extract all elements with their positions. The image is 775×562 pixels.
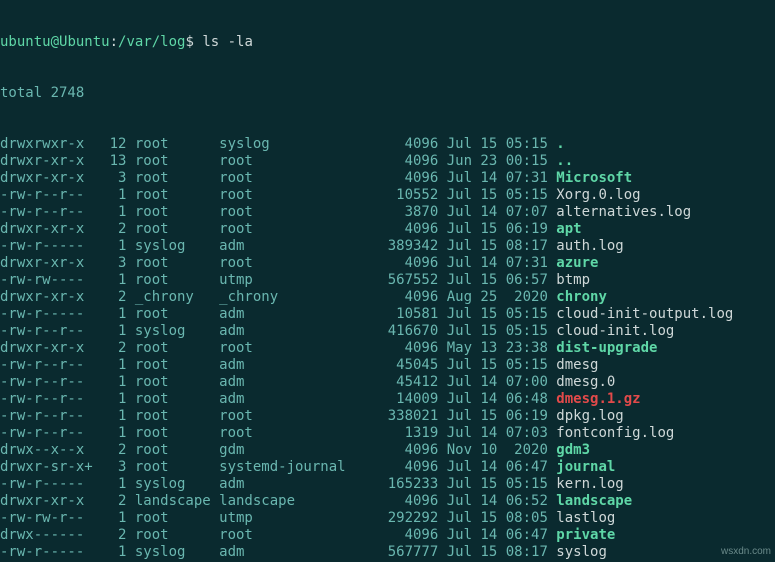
row-meta: drwxr-xr-x 3 root root 4096 Jul 14 07:31 [0,170,556,186]
command-input[interactable]: ls -la [194,34,253,50]
listing-row: -rw-r----- 1 syslog adm 389342 Jul 15 08… [0,238,775,255]
listing-row: drwxr-xr-x 2 root root 4096 May 13 23:38… [0,340,775,357]
row-meta: drwxr-xr-x 2 _chrony _chrony 4096 Aug 25… [0,289,556,305]
listing-row: -rw-r--r-- 1 root root 1319 Jul 14 07:03… [0,425,775,442]
listing-row: drwxr-xr-x 2 root root 4096 Jul 15 06:19… [0,221,775,238]
prompt-line: ubuntu@Ubuntu:/var/log$ ls -la [0,34,775,51]
file-name: fontconfig.log [556,425,674,441]
file-name: kern.log [556,476,623,492]
file-name: btmp [556,272,590,288]
row-meta: -rw-r--r-- 1 root root 1319 Jul 14 07:03 [0,425,556,441]
row-meta: drwxr-xr-x 3 root root 4096 Jul 14 07:31 [0,255,556,271]
listing-row: drwxr-sr-x+ 3 root systemd-journal 4096 … [0,459,775,476]
row-meta: drwxr-xr-x 2 landscape landscape 4096 Ju… [0,493,556,509]
listing-row: -rw-r--r-- 1 root adm 45412 Jul 14 07:00… [0,374,775,391]
listing-row: drwx--x--x 2 root gdm 4096 Nov 10 2020 g… [0,442,775,459]
listing-row: -rw-rw---- 1 root utmp 567552 Jul 15 06:… [0,272,775,289]
row-meta: drwxr-sr-x+ 3 root systemd-journal 4096 … [0,459,556,475]
file-name: dist-upgrade [556,340,657,356]
file-name: gdm3 [556,442,590,458]
row-meta: -rw-r--r-- 1 root root 338021 Jul 15 06:… [0,408,556,424]
file-name: private [556,527,615,543]
file-name: journal [556,459,615,475]
listing-row: -rw-r----- 1 syslog adm 165233 Jul 15 05… [0,476,775,493]
file-name: . [556,136,564,152]
listing-row: drwxr-xr-x 2 landscape landscape 4096 Ju… [0,493,775,510]
row-meta: -rw-rw-r-- 1 root utmp 292292 Jul 15 08:… [0,510,556,526]
row-meta: -rw-r--r-- 1 root adm 45412 Jul 14 07:00 [0,374,556,390]
listing-row: drwx------ 2 root root 4096 Jul 14 06:47… [0,527,775,544]
listing-row: -rw-r--r-- 1 root adm 14009 Jul 14 06:48… [0,391,775,408]
file-name: auth.log [556,238,623,254]
listing-row: drwxr-xr-x 3 root root 4096 Jul 14 07:31… [0,170,775,187]
file-name: alternatives.log [556,204,691,220]
total-line: total 2748 [0,85,775,102]
file-name: dpkg.log [556,408,623,424]
listing-row: drwxr-xr-x 13 root root 4096 Jun 23 00:1… [0,153,775,170]
prompt-path: /var/log [118,34,185,50]
row-meta: -rw-r--r-- 1 root adm 14009 Jul 14 06:48 [0,391,556,407]
file-name: landscape [556,493,632,509]
row-meta: drwxr-xr-x 13 root root 4096 Jun 23 00:1… [0,153,556,169]
file-name: dmesg [556,357,598,373]
file-name: Microsoft [556,170,632,186]
row-meta: -rw-r--r-- 1 root adm 45045 Jul 15 05:15 [0,357,556,373]
terminal-window[interactable]: ubuntu@Ubuntu:/var/log$ ls -la total 274… [0,0,775,562]
listing-row: drwxr-xr-x 3 root root 4096 Jul 14 07:31… [0,255,775,272]
file-name: azure [556,255,598,271]
listing-row: -rw-r--r-- 1 syslog adm 416670 Jul 15 05… [0,323,775,340]
listing-row: drwxr-xr-x 2 _chrony _chrony 4096 Aug 25… [0,289,775,306]
file-name: dmesg.1.gz [556,391,640,407]
row-meta: -rw-r--r-- 1 root root 10552 Jul 15 05:1… [0,187,556,203]
listing-row: -rw-r--r-- 1 root root 3870 Jul 14 07:07… [0,204,775,221]
row-meta: -rw-r--r-- 1 syslog adm 416670 Jul 15 05… [0,323,556,339]
listing-row: drwxrwxr-x 12 root syslog 4096 Jul 15 05… [0,136,775,153]
row-meta: -rw-r----- 1 syslog adm 389342 Jul 15 08… [0,238,556,254]
row-meta: -rw-r----- 1 syslog adm 567777 Jul 15 08… [0,544,556,560]
file-name: cloud-init.log [556,323,674,339]
listing-row: -rw-rw-r-- 1 root utmp 292292 Jul 15 08:… [0,510,775,527]
row-meta: drwxrwxr-x 12 root syslog 4096 Jul 15 05… [0,136,556,152]
listing-row: -rw-r--r-- 1 root adm 45045 Jul 15 05:15… [0,357,775,374]
file-name: Xorg.0.log [556,187,640,203]
prompt-dollar: $ [185,34,193,50]
watermark: wsxdn.com [721,543,771,560]
file-name: apt [556,221,581,237]
row-meta: drwxr-xr-x 2 root root 4096 Jul 15 06:19 [0,221,556,237]
row-meta: -rw-r----- 1 root adm 10581 Jul 15 05:15 [0,306,556,322]
file-name: .. [556,153,573,169]
prompt-host: Ubuntu [59,34,110,50]
prompt-colon: : [110,34,118,50]
prompt-at: @ [51,34,59,50]
row-meta: drwx------ 2 root root 4096 Jul 14 06:47 [0,527,556,543]
listing-row: -rw-r--r-- 1 root root 338021 Jul 15 06:… [0,408,775,425]
row-meta: -rw-r--r-- 1 root root 3870 Jul 14 07:07 [0,204,556,220]
row-meta: drwxr-xr-x 2 root root 4096 May 13 23:38 [0,340,556,356]
row-meta: -rw-rw---- 1 root utmp 567552 Jul 15 06:… [0,272,556,288]
file-name: lastlog [556,510,615,526]
listing-row: -rw-r----- 1 root adm 10581 Jul 15 05:15… [0,306,775,323]
file-name: cloud-init-output.log [556,306,733,322]
prompt-user: ubuntu [0,34,51,50]
row-meta: drwx--x--x 2 root gdm 4096 Nov 10 2020 [0,442,556,458]
file-listing: drwxrwxr-x 12 root syslog 4096 Jul 15 05… [0,136,775,562]
listing-row: -rw-r----- 1 syslog adm 567777 Jul 15 08… [0,544,775,561]
file-name: chrony [556,289,607,305]
row-meta: -rw-r----- 1 syslog adm 165233 Jul 15 05… [0,476,556,492]
listing-row: -rw-r--r-- 1 root root 10552 Jul 15 05:1… [0,187,775,204]
file-name: dmesg.0 [556,374,615,390]
file-name: syslog [556,544,607,560]
